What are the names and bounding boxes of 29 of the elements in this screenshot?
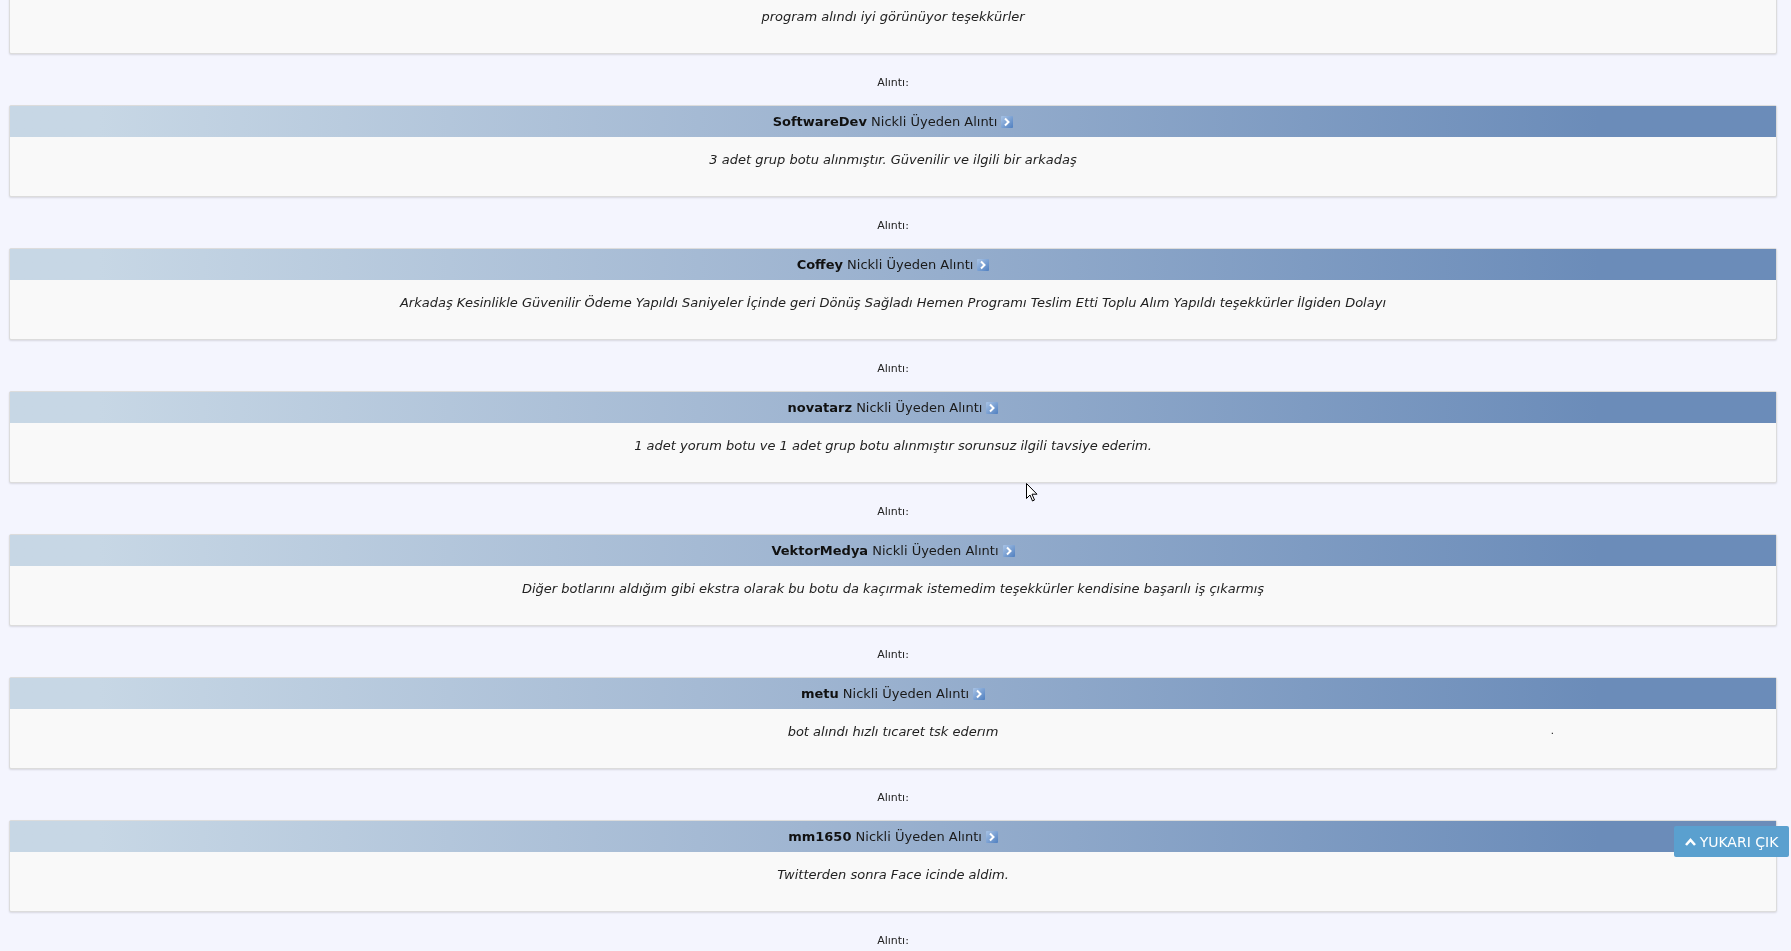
- period-mark: .: [1550, 725, 1554, 737]
- chevron-link-icon[interactable]: [977, 258, 990, 271]
- quote-header-title: VektorMedya Nickli Üyeden Alıntı: [771, 542, 999, 559]
- quote-text: Diğer botlarını aldığım gibi ekstra olarak bu botu da kaçırmak istemedim teşekkürler kendisine başarılı iş çıkarmış: [521, 580, 1265, 598]
- quote-label: Alıntı:: [877, 76, 909, 90]
- quote-text: Twitterden sonra Face icinde aldim.: [777, 866, 1009, 884]
- chevron-link-icon[interactable]: [973, 687, 986, 700]
- chevron-link-icon[interactable]: [985, 830, 998, 843]
- quote-label: Alıntı:: [877, 934, 909, 948]
- chevron-up-icon: [1684, 837, 1696, 846]
- quote-label: Alıntı:: [877, 362, 909, 376]
- quote-text: bot alındı hızlı tıcaret tsk ederım: [787, 723, 999, 741]
- quote-text: 3 adet grup botu alınmıştır. Güvenilir ve ilgili bir arkadaş: [709, 151, 1077, 169]
- quote-text: 1 adet yorum botu ve 1 adet grup botu alınmıştır sorunsuz ilgili tavsiye ederim.: [634, 437, 1152, 455]
- quote-header-title: metu Nickli Üyeden Alıntı: [800, 685, 970, 702]
- post-text: program alındı iyi görünüyor teşekkürler: [761, 8, 1025, 26]
- quote-header-title: SoftwareDev Nickli Üyeden Alıntı: [772, 113, 998, 130]
- chevron-link-icon[interactable]: [1001, 115, 1014, 128]
- chevron-link-icon[interactable]: [1002, 544, 1015, 557]
- chevron-link-icon[interactable]: [986, 401, 999, 414]
- quote-label: Alıntı:: [877, 791, 909, 805]
- quote-label: Alıntı:: [877, 505, 909, 519]
- quote-label: Alıntı:: [877, 648, 909, 662]
- quote-label: Alıntı:: [877, 219, 909, 233]
- scroll-to-top-button[interactable]: YUKARI ÇIK: [1674, 826, 1789, 857]
- quote-header-title: mm1650 Nickli Üyeden Alıntı: [788, 828, 982, 845]
- quote-text: Arkadaş Kesinlikle Güvenilir Ödeme Yapıldı Saniyeler İçinde geri Dönüş Sağladı Hemen Programı Teslim Etti Toplu Alım Yapıldı teşekkürler İlgiden Dolayı: [399, 294, 1386, 312]
- quote-header-title: Coffey Nickli Üyeden Alıntı: [796, 256, 974, 273]
- quote-header-title: novatarz Nickli Üyeden Alıntı: [787, 399, 983, 416]
